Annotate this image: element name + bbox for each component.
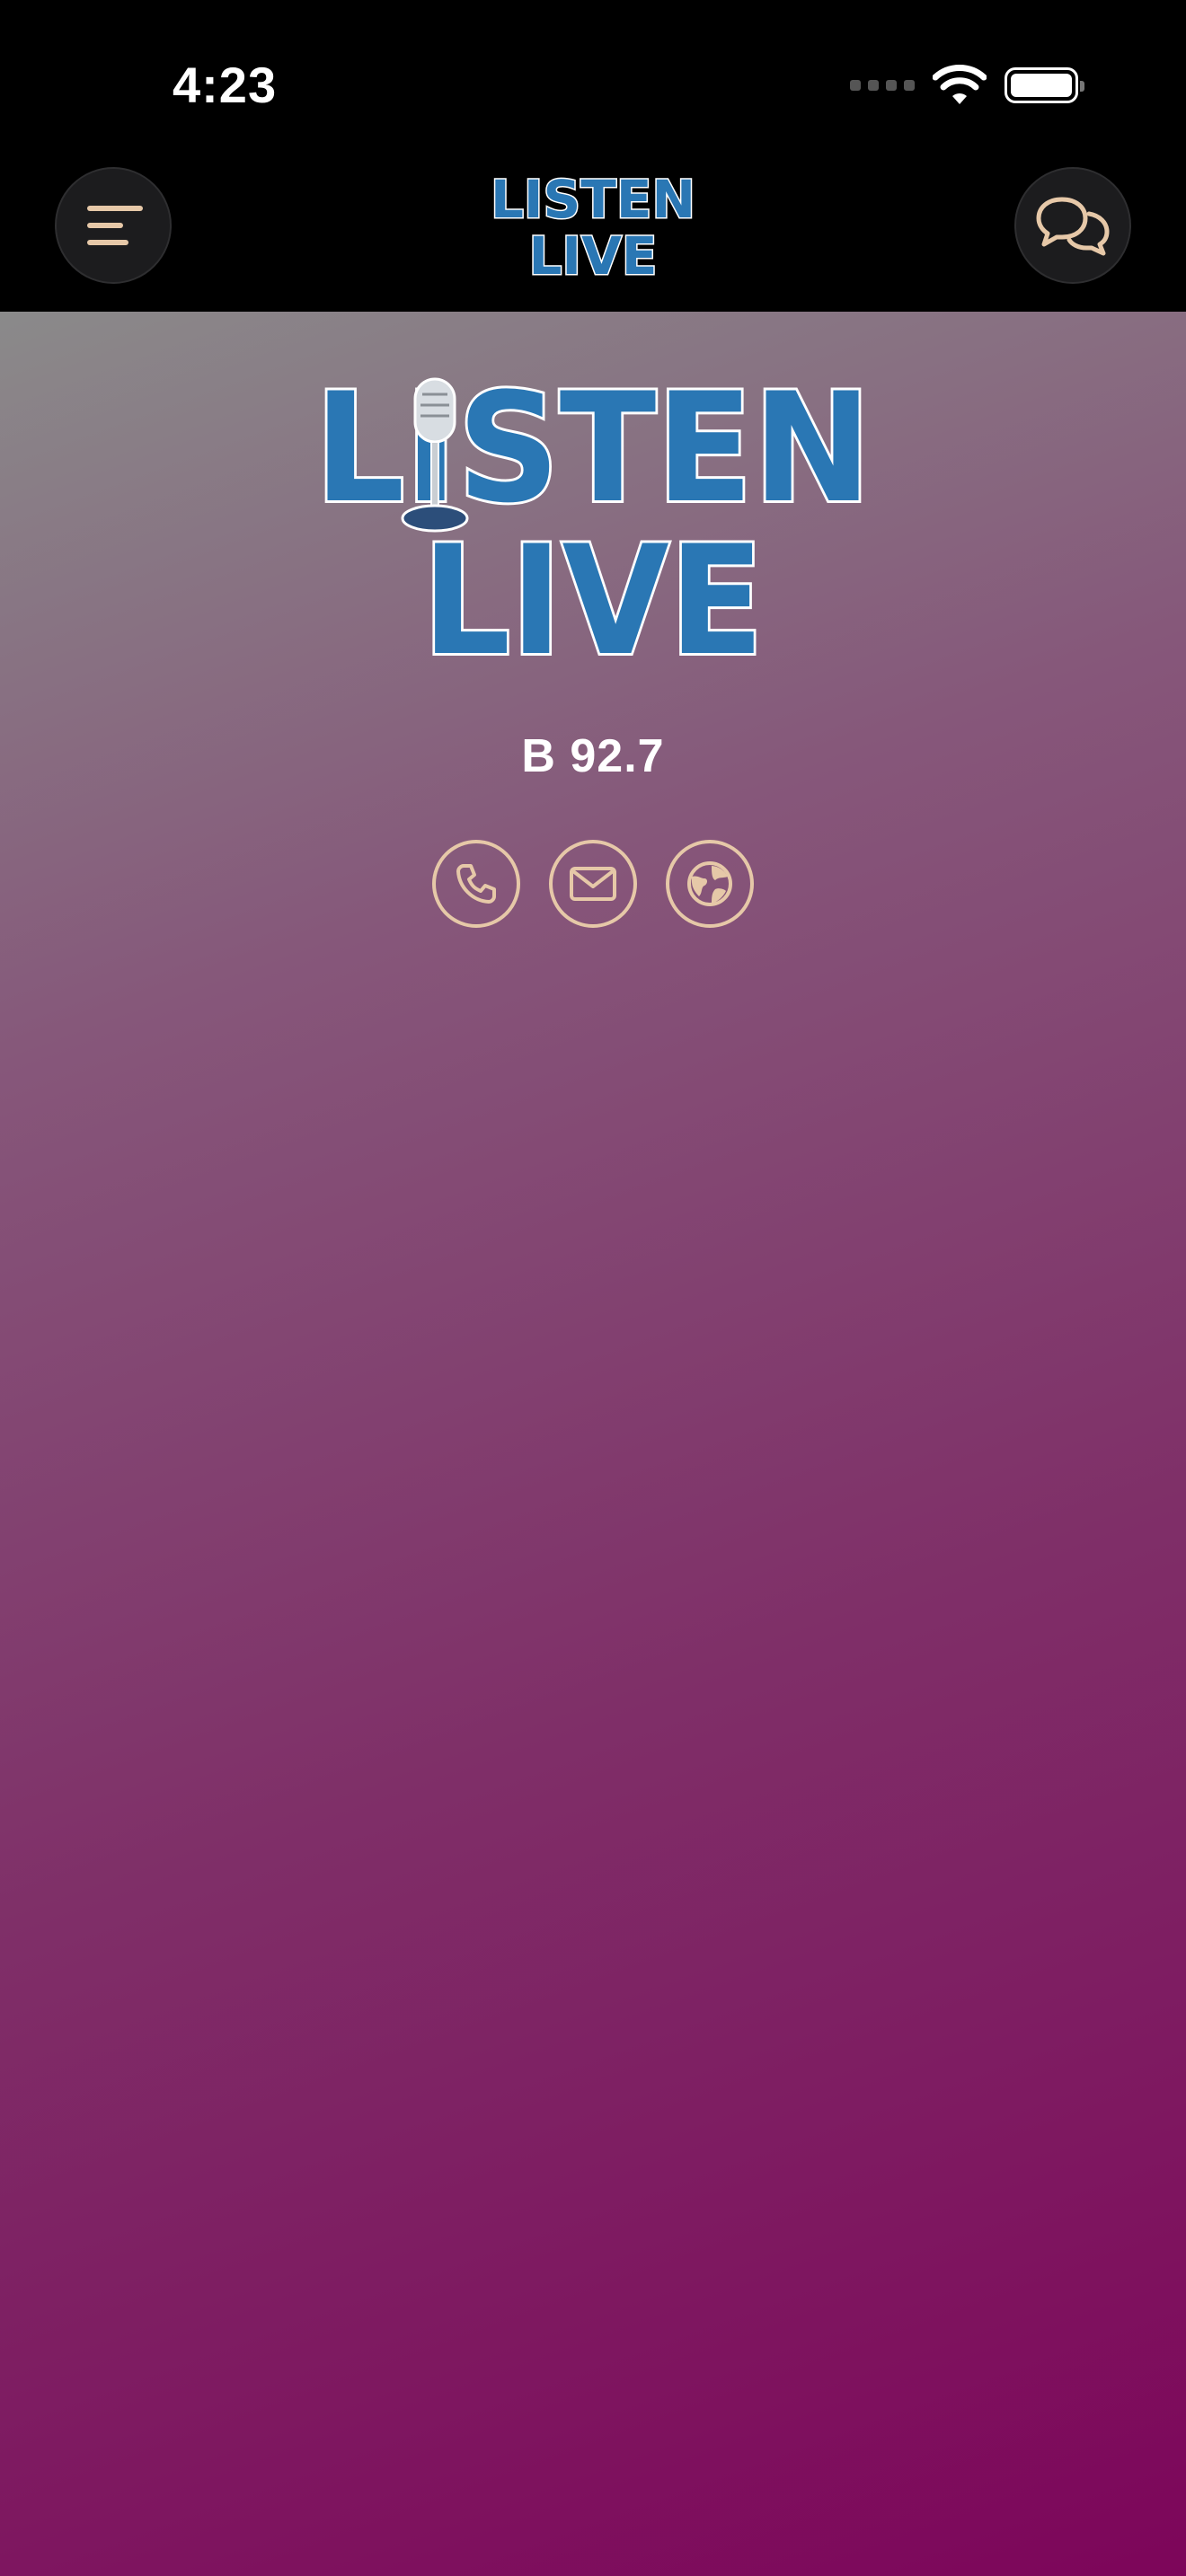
- hero-logo-line1: LISTEN: [314, 375, 872, 536]
- nav-logo-line1: LISTEN: [491, 171, 695, 230]
- main-content: LISTEN LIVE B 92.7: [0, 312, 1186, 2576]
- mail-icon: [570, 867, 616, 901]
- station-name: B 92.7: [521, 730, 665, 782]
- menu-button[interactable]: [55, 167, 172, 284]
- chat-button[interactable]: [1014, 167, 1131, 284]
- status-bar: 4:23: [0, 0, 1186, 162]
- chat-bubbles-icon: [1036, 197, 1110, 256]
- email-button[interactable]: [549, 840, 637, 928]
- hero-logo-line2: LIVE: [422, 513, 764, 671]
- status-time: 4:23: [173, 57, 278, 113]
- menu-icon: [87, 206, 143, 245]
- cellular-signal-icon: [850, 80, 915, 91]
- website-button[interactable]: [666, 840, 754, 928]
- battery-icon: [1005, 67, 1084, 103]
- nav-logo-line2: LIVE: [528, 225, 657, 283]
- status-icons: [850, 63, 1084, 108]
- hero-logo: LISTEN LIVE: [312, 375, 874, 671]
- nav-logo: LISTEN LIVE: [490, 171, 696, 283]
- globe-icon: [687, 861, 732, 906]
- app-screen: 4:23 LISTEN LIVE LISTEN LIVE B 92.7: [0, 0, 1186, 2576]
- nav-bar: LISTEN LIVE: [0, 162, 1186, 312]
- phone-button[interactable]: [432, 840, 520, 928]
- phone-icon: [456, 864, 496, 904]
- contact-buttons: [0, 840, 1186, 928]
- wifi-icon: [933, 65, 987, 104]
